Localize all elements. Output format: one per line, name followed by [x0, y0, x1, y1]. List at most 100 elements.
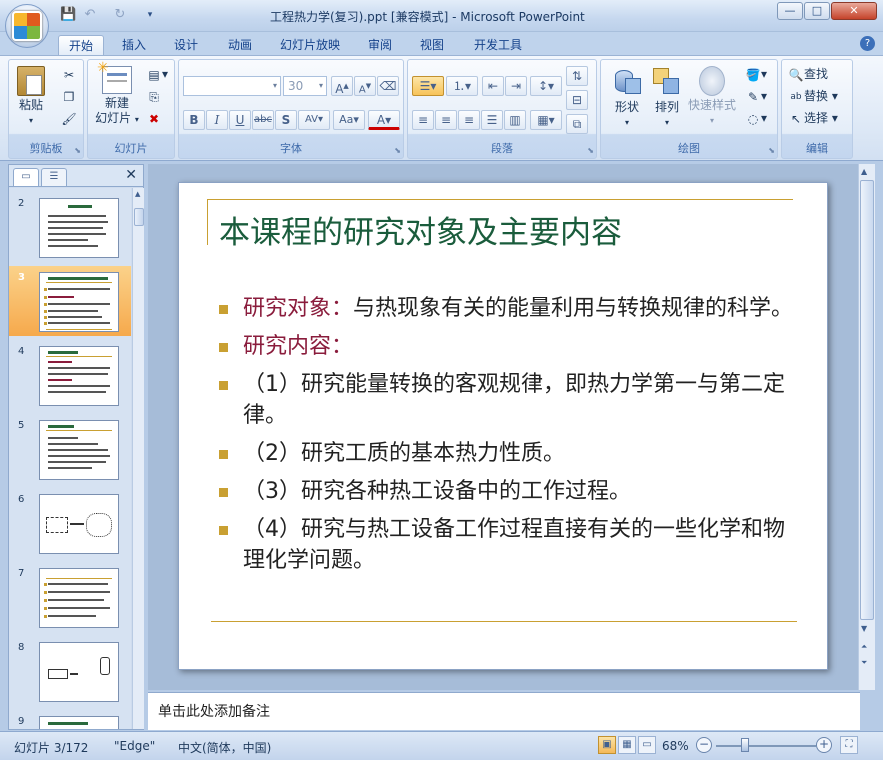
distribute-icon[interactable]: ▥	[504, 110, 526, 130]
minimize-button[interactable]: —	[777, 2, 803, 20]
tab-home[interactable]: 开始	[58, 35, 105, 56]
strikethrough-icon[interactable]: abc	[252, 110, 274, 130]
fit-to-window-icon[interactable]: ⛶	[840, 736, 858, 754]
close-button[interactable]: ✕	[831, 2, 877, 20]
undo-icon[interactable]: ↶	[82, 7, 98, 23]
slide-body[interactable]: 研究对象：与热现象有关的能量利用与转换规律的科学。 研究内容： （1）研究能量转…	[219, 293, 799, 583]
tab-animations[interactable]: 动画	[218, 35, 262, 56]
font-family-combo[interactable]: ▾	[183, 76, 281, 96]
slideshow-view-icon[interactable]: ▭	[638, 736, 656, 754]
tab-design[interactable]: 设计	[164, 35, 208, 56]
current-slide[interactable]: 本课程的研究对象及主要内容 研究对象：与热现象有关的能量利用与转换规律的科学。 …	[178, 182, 828, 670]
char-spacing-icon[interactable]: AV▾	[298, 110, 330, 130]
customize-qat-icon[interactable]: ▾	[142, 7, 158, 23]
bullets-icon[interactable]: ☰▾	[412, 76, 444, 96]
columns-icon[interactable]: ▦▾	[530, 110, 562, 130]
scroll-thumb[interactable]	[860, 180, 874, 620]
vertical-scrollbar[interactable]: ▲ ▼ ⏶ ⏷	[858, 164, 875, 690]
shape-outline-icon[interactable]: ✎ ▾	[745, 88, 767, 105]
format-painter-icon[interactable]: 🖌	[61, 110, 77, 127]
outline-tab-icon[interactable]: ☰	[41, 168, 67, 186]
tab-slideshow[interactable]: 幻灯片放映	[270, 35, 350, 56]
thumbnail-item[interactable]: 2	[9, 192, 131, 262]
tab-review[interactable]: 审阅	[358, 35, 402, 56]
zoom-in-icon[interactable]: +	[816, 737, 832, 753]
grow-font-icon[interactable]: A▲	[331, 76, 353, 96]
find-button[interactable]: 🔍查找	[788, 66, 829, 83]
line-spacing-icon[interactable]: ↕▾	[530, 76, 562, 96]
select-button[interactable]: ↖ 选择 ▾	[788, 110, 838, 127]
shrink-font-icon[interactable]: A▼	[354, 76, 376, 96]
replace-button[interactable]: ab 替换 ▾	[788, 88, 837, 105]
thumbnail-scroll-thumb[interactable]	[134, 208, 144, 226]
smartart-icon[interactable]: ⧉	[566, 114, 588, 134]
numbering-icon[interactable]: ⒈▾	[446, 76, 478, 96]
reset-icon[interactable]: ⎘	[146, 88, 162, 105]
thumbnail-item[interactable]: 6	[9, 488, 131, 558]
align-right-icon[interactable]: ≡	[458, 110, 480, 130]
zoom-slider-track[interactable]	[716, 745, 816, 747]
thumbnail-item[interactable]: 4	[9, 340, 131, 410]
thumbnail-item-selected[interactable]: 3	[9, 266, 131, 336]
underline-icon[interactable]: U	[229, 110, 251, 130]
tab-developer[interactable]: 开发工具	[464, 35, 532, 56]
italic-icon[interactable]: I	[206, 110, 228, 130]
ribbon: 粘贴 ▾ ✂ ❐ 🖌 剪贴板 ⬊ ✳ 新建 幻灯片 ▾ ▤ ▾ ⎘ ✖ 幻灯片 ▾…	[0, 55, 883, 161]
decrease-indent-icon[interactable]: ⇤	[482, 76, 504, 96]
bold-icon[interactable]: B	[183, 110, 205, 130]
drawing-launcher-icon[interactable]: ⬊	[768, 146, 775, 155]
slide-title[interactable]: 本课程的研究对象及主要内容	[219, 207, 622, 252]
redo-icon[interactable]: ↻	[112, 7, 128, 23]
layout-icon[interactable]: ▤ ▾	[146, 66, 168, 83]
slide-sorter-view-icon[interactable]: ▦	[618, 736, 636, 754]
next-slide-icon[interactable]: ⏷	[861, 658, 867, 668]
tab-view[interactable]: 视图	[410, 35, 454, 56]
clear-format-icon[interactable]: ⌫	[377, 76, 399, 96]
normal-view-icon[interactable]: ▣	[598, 736, 616, 754]
clipboard-launcher-icon[interactable]: ⬊	[74, 146, 81, 155]
paragraph-launcher-icon[interactable]: ⬊	[587, 146, 594, 155]
shadow-icon[interactable]: S	[275, 110, 297, 130]
office-button[interactable]	[5, 4, 49, 48]
shapes-button[interactable]: 形状 ▾	[607, 66, 647, 130]
scroll-down-icon[interactable]: ▼	[861, 624, 867, 633]
help-icon[interactable]: ?	[860, 36, 875, 51]
zoom-level[interactable]: 68%	[662, 739, 689, 753]
quick-styles-button[interactable]: 快速样式 ▾	[687, 66, 737, 128]
thumbnail-item[interactable]: 7	[9, 562, 131, 632]
font-color-icon[interactable]: A▾	[368, 110, 400, 130]
previous-slide-icon[interactable]: ⏶	[861, 642, 867, 652]
zoom-out-icon[interactable]: −	[696, 737, 712, 753]
thumbnail-item[interactable]: 8	[9, 636, 131, 706]
thumbnail-item[interactable]: 5	[9, 414, 131, 484]
cut-icon[interactable]: ✂	[61, 66, 77, 83]
shape-effects-icon[interactable]: ◌ ▾	[745, 110, 767, 127]
increase-indent-icon[interactable]: ⇥	[505, 76, 527, 96]
justify-icon[interactable]: ☰	[481, 110, 503, 130]
paste-button[interactable]: 粘贴 ▾	[13, 66, 49, 128]
delete-slide-icon[interactable]: ✖	[146, 110, 162, 127]
scroll-up-icon[interactable]: ▲	[861, 167, 867, 176]
font-size-combo[interactable]: 30 ▾	[283, 76, 327, 96]
font-launcher-icon[interactable]: ⬊	[394, 146, 401, 155]
maximize-button[interactable]: □	[804, 2, 830, 20]
arrange-button[interactable]: 排列 ▾	[647, 66, 687, 130]
save-icon[interactable]: 💾	[60, 7, 76, 23]
thumbnail-item[interactable]: 9	[9, 710, 131, 729]
thumbnail-scrollbar[interactable]: ▲	[132, 188, 144, 729]
new-slide-button[interactable]: ✳ 新建 幻灯片 ▾	[92, 61, 142, 127]
language-indicator[interactable]: 中文(简体，中国)	[178, 739, 271, 756]
align-center-icon[interactable]: ≡	[435, 110, 457, 130]
tab-insert[interactable]: 插入	[112, 35, 156, 56]
change-case-icon[interactable]: Aa▾	[333, 110, 365, 130]
text-direction-icon[interactable]: ⇅	[566, 66, 588, 86]
zoom-slider-thumb[interactable]	[741, 738, 749, 752]
shape-fill-icon[interactable]: 🪣▾	[745, 66, 768, 83]
copy-icon[interactable]: ❐	[61, 88, 77, 105]
notes-pane[interactable]: 单击此处添加备注	[148, 692, 860, 730]
slides-tab-icon[interactable]: ▭	[13, 168, 39, 186]
panel-close-icon[interactable]: ✕	[125, 167, 137, 183]
align-left-icon[interactable]: ≡	[412, 110, 434, 130]
align-text-icon[interactable]: ⊟	[566, 90, 588, 110]
scroll-up-icon[interactable]: ▲	[135, 190, 140, 198]
